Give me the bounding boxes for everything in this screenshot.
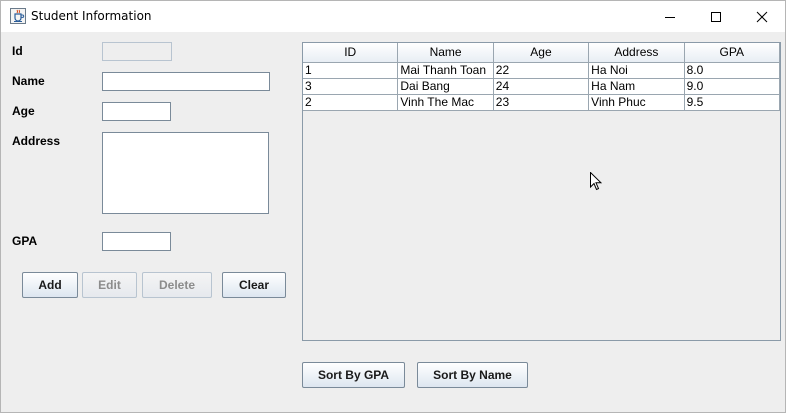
name-label: Name — [12, 74, 45, 88]
column-header-age[interactable]: Age — [493, 43, 590, 63]
address-label: Address — [12, 134, 61, 148]
minimize-icon — [665, 16, 675, 18]
add-button[interactable]: Add — [22, 272, 78, 298]
cell-id[interactable]: 3 — [303, 79, 399, 95]
cell-address[interactable]: Ha Nam — [589, 79, 685, 95]
age-label: Age — [12, 104, 35, 118]
cell-age[interactable]: 23 — [493, 95, 590, 111]
age-field[interactable] — [102, 102, 171, 121]
table-row[interactable]: 3 Dai Bang 24 Ha Nam 9.0 — [303, 79, 780, 95]
student-info-window: Student Information Id Name Age Address … — [0, 0, 786, 413]
maximize-button[interactable] — [693, 1, 739, 32]
sort-by-gpa-button[interactable]: Sort By GPA — [302, 362, 405, 388]
sort-by-name-button[interactable]: Sort By Name — [417, 362, 528, 388]
cell-name[interactable]: Dai Bang — [398, 79, 494, 95]
gpa-label: GPA — [12, 234, 38, 248]
student-table[interactable]: ID Name Age Address GPA 1 Mai Thanh Toan… — [302, 42, 781, 341]
java-cup-icon — [10, 8, 26, 24]
cell-address[interactable]: Vinh Phuc — [589, 95, 685, 111]
table-row[interactable]: 2 Vinh The Mac 23 Vinh Phuc 9.5 — [303, 95, 780, 111]
id-field — [102, 42, 172, 61]
column-header-gpa[interactable]: GPA — [684, 43, 780, 63]
table-header: ID Name Age Address GPA — [303, 43, 780, 63]
edit-button[interactable]: Edit — [82, 272, 137, 298]
gpa-field[interactable] — [102, 232, 171, 251]
cell-age[interactable]: 22 — [493, 63, 590, 79]
clear-button[interactable]: Clear — [222, 272, 286, 298]
cell-address[interactable]: Ha Noi — [589, 63, 685, 79]
table-body: 1 Mai Thanh Toan 22 Ha Noi 8.0 3 Dai Ban… — [303, 63, 780, 111]
column-header-id[interactable]: ID — [303, 43, 399, 63]
cell-name[interactable]: Vinh The Mac — [398, 95, 494, 111]
window-title: Student Information — [31, 9, 152, 23]
cell-gpa[interactable]: 9.5 — [684, 95, 780, 111]
close-button[interactable] — [739, 1, 785, 32]
maximize-icon — [711, 11, 721, 22]
table-row[interactable]: 1 Mai Thanh Toan 22 Ha Noi 8.0 — [303, 63, 780, 79]
close-icon — [756, 11, 768, 22]
cell-id[interactable]: 2 — [303, 95, 399, 111]
cell-name[interactable]: Mai Thanh Toan — [398, 63, 494, 79]
delete-button[interactable]: Delete — [142, 272, 212, 298]
id-label: Id — [12, 44, 23, 58]
column-header-name[interactable]: Name — [398, 43, 494, 63]
name-field[interactable] — [102, 72, 270, 91]
title-bar: Student Information — [1, 1, 785, 32]
cell-gpa[interactable]: 8.0 — [684, 63, 780, 79]
mouse-pointer-icon — [590, 172, 602, 191]
cell-id[interactable]: 1 — [303, 63, 399, 79]
column-header-address[interactable]: Address — [589, 43, 685, 63]
cell-gpa[interactable]: 9.0 — [684, 79, 780, 95]
address-textarea[interactable] — [102, 132, 269, 214]
cell-age[interactable]: 24 — [493, 79, 590, 95]
minimize-button[interactable] — [647, 1, 693, 32]
